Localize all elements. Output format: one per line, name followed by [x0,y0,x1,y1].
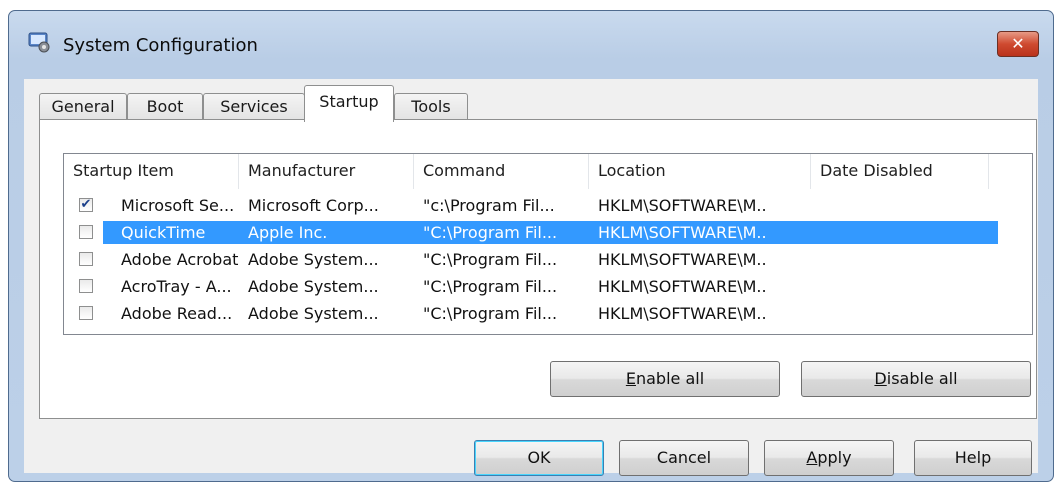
item-checkbox[interactable] [79,279,93,293]
tab-boot[interactable]: Boot [127,93,203,121]
list-item[interactable]: Adobe Read... Adobe System... "C:\Program … [64,302,1032,325]
cancel-button[interactable]: Cancel [619,440,749,476]
item-checkbox[interactable]: ✔ [79,198,93,212]
apply-mnemonic: A [806,448,818,467]
tab-startup[interactable]: Startup [304,85,394,122]
window-title: System Configuration [63,35,258,56]
cell-date-disabled [820,302,980,325]
tab-general[interactable]: General [39,93,127,121]
cell-command: "C:\Program Fil... [423,250,558,269]
enable-all-button[interactable]: Enable all [550,361,780,397]
column-header-startup-item[interactable]: Startup Item [64,154,239,189]
disable-all-mnemonic: D [874,369,887,388]
cell-location: HKLM\SOFTWARE\M... [598,304,766,323]
tab-services[interactable]: Services [203,93,305,121]
cell-manufacturer: Adobe System... [248,250,379,269]
cell-date-disabled [820,275,980,298]
cell-location: HKLM\SOFTWARE\M... [598,223,766,242]
list-header: Startup Item Manufacturer Command Locati… [64,154,1032,189]
help-button[interactable]: Help [914,440,1032,476]
enable-all-label: nable all [635,369,705,388]
list-item[interactable]: ✔ Microsoft Se... Microsoft Corp... "c:\Pro… [64,194,1032,217]
cell-location: HKLM\SOFTWARE\M... [598,196,766,215]
cell-date-disabled [820,194,980,217]
msconfig-app-icon [28,32,50,53]
cell-date-disabled [820,221,980,244]
cell-location: HKLM\SOFTWARE\M... [598,250,766,269]
list-item[interactable]: Adobe Acrobat Adobe System... "C:\Program … [64,248,1032,271]
close-button[interactable]: ✕ [997,31,1039,57]
apply-label: pply [817,448,852,467]
column-header-command[interactable]: Command [414,154,589,189]
list-item[interactable]: QuickTime Apple Inc. "C:\Program Fil... HKL… [64,221,1032,244]
cell-manufacturer: Adobe System... [248,277,379,296]
cell-manufacturer: Adobe System... [248,304,379,323]
cell-command: "C:\Program Fil... [423,223,558,242]
cell-command: "C:\Program Fil... [423,277,558,296]
tab-tools[interactable]: Tools [394,93,468,121]
column-header-manufacturer[interactable]: Manufacturer [239,154,414,189]
startup-items-list[interactable]: Startup Item Manufacturer Command Locati… [63,153,1033,335]
item-checkbox[interactable] [79,225,93,239]
cell-date-disabled [820,248,980,271]
column-header-date-disabled[interactable]: Date Disabled [811,154,989,189]
item-checkbox[interactable] [79,252,93,266]
cell-location: HKLM\SOFTWARE\M... [598,277,766,296]
item-checkbox[interactable] [79,306,93,320]
cell-manufacturer: Microsoft Corp... [248,196,379,215]
dialog-client-area: General Boot Services Startup Tools Star… [24,79,1038,476]
cell-command: "C:\Program Fil... [423,304,558,323]
column-header-location[interactable]: Location [589,154,811,189]
column-header-filler [989,154,1032,189]
list-item[interactable]: AcroTray - A... Adobe System... "C:\Progra… [64,275,1032,298]
disable-all-label: isable all [886,369,958,388]
disable-all-button[interactable]: Disable all [801,361,1031,397]
cell-command: "c:\Program Fil... [423,196,555,215]
system-configuration-window: System Configuration ✕ General Boot Serv… [8,10,1054,482]
enable-all-mnemonic: E [625,369,636,388]
title-bar[interactable]: System Configuration ✕ [9,11,1053,73]
ok-button[interactable]: OK [474,440,604,476]
startup-tab-panel: Startup Item Manufacturer Command Locati… [39,119,1037,419]
apply-button[interactable]: Apply [764,440,894,476]
cell-manufacturer: Apple Inc. [248,223,328,242]
